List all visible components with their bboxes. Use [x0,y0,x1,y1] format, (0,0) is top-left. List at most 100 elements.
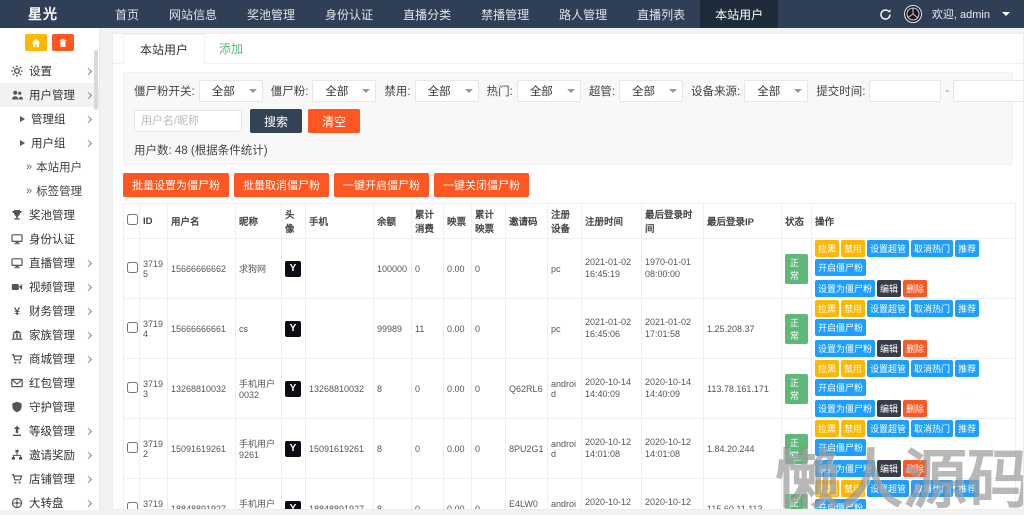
batch-cancel-zombie-button[interactable]: 批量取消僵尸粉 [234,173,329,197]
row-checkbox[interactable] [127,382,138,393]
refresh-icon[interactable] [878,6,894,22]
sidebar-item-直播管理[interactable]: 直播管理 [0,251,99,275]
recommend-button[interactable]: 推荐 [955,420,979,437]
sidebar-item-奖池管理[interactable]: 奖池管理 [0,203,99,227]
nav-item-网站信息[interactable]: 网站信息 [154,0,232,28]
sidebar-item-用户组[interactable]: 用户组 [0,131,99,155]
sidebar-item-家族管理[interactable]: 家族管理 [0,323,99,347]
delete-button[interactable]: 删除 [903,460,927,477]
cancel-hot-button[interactable]: 取消热门 [911,240,953,257]
set-superadmin-button[interactable]: 设置超管 [867,480,909,497]
enable-zombie-button[interactable]: 开启僵尸粉 [815,319,866,336]
edit-button[interactable]: 编辑 [877,340,901,357]
disable-button[interactable]: 禁用 [841,240,865,257]
set-superadmin-button[interactable]: 设置超管 [867,420,909,437]
nav-item-奖池管理[interactable]: 奖池管理 [232,0,310,28]
set-zombie-button[interactable]: 设置为僵尸粉 [815,460,875,477]
tab-site-users[interactable]: 本站用户 [123,34,205,64]
recommend-button[interactable]: 推荐 [955,240,979,257]
delete-button[interactable]: 删除 [903,280,927,297]
device-source-select[interactable]: 全部 [744,80,808,102]
row-checkbox[interactable] [127,442,138,453]
set-zombie-button[interactable]: 设置为僵尸粉 [815,340,875,357]
enable-zombie-button[interactable]: 开启僵尸粉 [815,499,866,510]
cancel-hot-button[interactable]: 取消热门 [911,420,953,437]
disable-button[interactable]: 禁用 [841,360,865,377]
row-checkbox[interactable] [127,502,138,510]
recommend-button[interactable]: 推荐 [955,480,979,497]
select-all-checkbox[interactable] [127,214,138,225]
set-superadmin-button[interactable]: 设置超管 [867,360,909,377]
add-tab-link[interactable]: 添加 [205,34,257,63]
superadmin-select[interactable]: 全部 [619,80,683,102]
clear-button[interactable]: 清空 [308,109,360,133]
sidebar-item-店铺管理[interactable]: 店铺管理 [0,467,99,491]
nav-item-禁播管理[interactable]: 禁播管理 [466,0,544,28]
set-zombie-button[interactable]: 设置为僵尸粉 [815,400,875,417]
edit-button[interactable]: 编辑 [877,280,901,297]
sidebar-scrollbar[interactable] [94,50,98,110]
nav-item-路人管理[interactable]: 路人管理 [544,0,622,28]
edit-button[interactable]: 编辑 [877,400,901,417]
blacklist-button[interactable]: 拉黑 [815,420,839,437]
user-avatar[interactable] [904,5,922,23]
home-button[interactable] [25,34,47,51]
blacklist-button[interactable]: 拉黑 [815,480,839,497]
disable-button[interactable]: 禁用 [841,420,865,437]
nav-item-首页[interactable]: 首页 [100,0,154,28]
enable-zombie-button[interactable]: 开启僵尸粉 [815,439,866,456]
sidebar-item-视频管理[interactable]: 视频管理 [0,275,99,299]
batch-set-zombie-button[interactable]: 批量设置为僵尸粉 [123,173,229,197]
submit-time-end-input[interactable] [953,80,1024,102]
recommend-button[interactable]: 推荐 [955,300,979,317]
nav-item-本站用户[interactable]: 本站用户 [700,0,778,28]
row-checkbox[interactable] [127,262,138,273]
set-superadmin-button[interactable]: 设置超管 [867,240,909,257]
sidebar-item-红包管理[interactable]: 红包管理 [0,371,99,395]
welcome-text[interactable]: 欢迎, admin [932,6,990,22]
set-superadmin-button[interactable]: 设置超管 [867,300,909,317]
disable-button[interactable]: 禁用 [841,480,865,497]
zombie-select[interactable]: 全部 [312,80,376,102]
disable-all-zombie-button[interactable]: 一键关闭僵尸粉 [434,173,529,197]
sidebar-item-管理组[interactable]: 管理组 [0,107,99,131]
sidebar-item-本站用户[interactable]: »本站用户 [0,155,99,179]
sidebar-item-邀请奖励[interactable]: 邀请奖励 [0,443,99,467]
submit-time-start-input[interactable] [869,80,941,102]
sidebar-item-等级管理[interactable]: 等级管理 [0,419,99,443]
trash-button[interactable] [52,34,74,51]
cancel-hot-button[interactable]: 取消热门 [911,360,953,377]
edit-button[interactable]: 编辑 [877,460,901,477]
sidebar-item-身份认证[interactable]: 身份认证 [0,227,99,251]
sidebar-item-守护管理[interactable]: 守护管理 [0,395,99,419]
sidebar-item-设置[interactable]: 设置 [0,59,99,83]
y-logo-avatar: Y [285,441,301,457]
hot-select[interactable]: 全部 [517,80,581,102]
recommend-button[interactable]: 推荐 [955,360,979,377]
delete-button[interactable]: 删除 [903,340,927,357]
sidebar-item-财务管理[interactable]: ¥财务管理 [0,299,99,323]
nav-item-身份认证[interactable]: 身份认证 [310,0,388,28]
cancel-hot-button[interactable]: 取消热门 [911,300,953,317]
zombie-switch-select[interactable]: 全部 [199,80,263,102]
disabled-select[interactable]: 全部 [415,80,479,102]
blacklist-button[interactable]: 拉黑 [815,360,839,377]
sidebar-item-大转盘[interactable]: 大转盘 [0,491,99,515]
blacklist-button[interactable]: 拉黑 [815,240,839,257]
sidebar-item-用户管理[interactable]: 用户管理 [0,83,99,107]
delete-button[interactable]: 删除 [903,400,927,417]
nav-item-直播列表[interactable]: 直播列表 [622,0,700,28]
sidebar-item-标签管理[interactable]: »标签管理 [0,179,99,203]
username-nickname-input[interactable] [134,110,242,132]
sidebar-item-商城管理[interactable]: 商城管理 [0,347,99,371]
enable-zombie-button[interactable]: 开启僵尸粉 [815,259,866,276]
nav-item-直播分类[interactable]: 直播分类 [388,0,466,28]
set-zombie-button[interactable]: 设置为僵尸粉 [815,280,875,297]
disable-button[interactable]: 禁用 [841,300,865,317]
blacklist-button[interactable]: 拉黑 [815,300,839,317]
cancel-hot-button[interactable]: 取消热门 [911,480,953,497]
enable-zombie-button[interactable]: 开启僵尸粉 [815,379,866,396]
search-button[interactable]: 搜索 [250,109,302,133]
enable-all-zombie-button[interactable]: 一键开启僵尸粉 [334,173,429,197]
row-checkbox[interactable] [127,322,138,333]
